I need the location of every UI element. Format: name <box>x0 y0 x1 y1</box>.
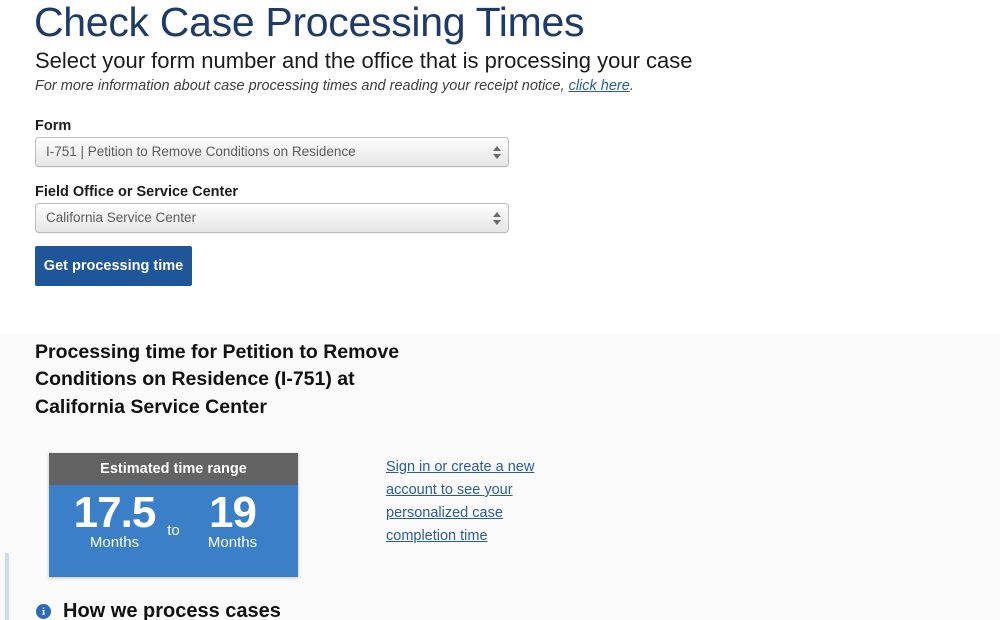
range-high: 19 Months <box>185 488 281 551</box>
up-down-stepper-icon <box>492 143 501 161</box>
info-note-prefix: For more information about case processi… <box>35 78 569 94</box>
range-high-unit: Months <box>207 533 258 551</box>
office-select[interactable]: California Service Center <box>35 203 509 233</box>
office-select-value: California Service Center <box>46 210 197 225</box>
estimated-time-range-card: Estimated time range 17.5 Months to 19 M… <box>49 453 298 577</box>
results-section: Processing time for Petition to Remove C… <box>0 334 1000 620</box>
left-accent-bar <box>5 553 9 620</box>
page-title: Check Case Processing Times <box>34 0 585 45</box>
info-note: For more information about case processi… <box>35 77 634 96</box>
info-circle-icon: i <box>36 604 51 619</box>
range-separator: to <box>167 522 180 539</box>
form-section: Check Case Processing Times Select your … <box>0 0 1000 334</box>
form-field-label: Form <box>35 118 72 134</box>
range-low-unit: Months <box>89 533 140 551</box>
form-select[interactable]: I-751 | Petition to Remove Conditions on… <box>35 137 509 167</box>
office-field-label: Field Office or Service Center <box>35 184 239 200</box>
range-low: 17.5 Months <box>67 488 163 551</box>
processing-times-page: Check Case Processing Times Select your … <box>0 0 1000 620</box>
form-select-value: I-751 | Petition to Remove Conditions on… <box>46 144 356 159</box>
range-card-header: Estimated time range <box>49 453 298 485</box>
get-processing-time-button[interactable]: Get processing time <box>35 246 192 286</box>
how-we-process-cases-title: How we process cases <box>63 600 281 620</box>
up-down-stepper-icon <box>492 209 501 227</box>
how-we-process-cases-row[interactable]: i How we process cases <box>36 600 281 620</box>
page-subtitle: Select your form number and the office t… <box>35 48 693 73</box>
info-note-suffix: . <box>629 78 634 94</box>
range-low-value: 17.5 <box>73 488 157 537</box>
result-heading: Processing time for Petition to Remove C… <box>35 341 400 418</box>
click-here-link[interactable]: click here <box>569 78 630 94</box>
range-card-body: 17.5 Months to 19 Months <box>49 485 298 577</box>
range-high-value: 19 <box>209 488 257 537</box>
sign-in-create-account-link[interactable]: Sign in or create a new account to see y… <box>386 456 538 548</box>
